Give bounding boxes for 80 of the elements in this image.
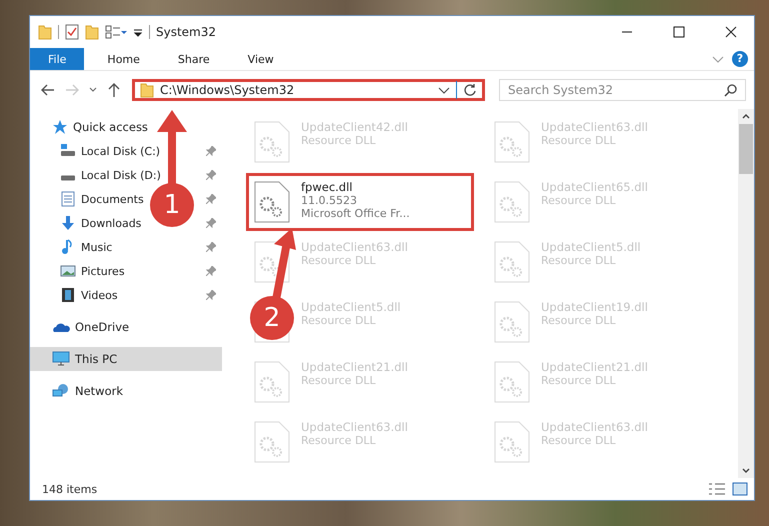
- dll-file-icon: [253, 360, 291, 404]
- search-icon: [724, 83, 738, 97]
- film-icon: [60, 287, 76, 303]
- sidebar-label: Local Disk (C:): [81, 144, 160, 158]
- file-detail: Resource DLL: [541, 434, 617, 447]
- dll-file-icon: [493, 240, 531, 284]
- file-tile[interactable]: fpwec.dll 11.0.5523 Microsoft Office Fr...: [246, 173, 474, 231]
- sidebar-item[interactable]: Network: [30, 379, 222, 403]
- dll-file-icon: [493, 120, 531, 164]
- sidebar-item[interactable]: Documents: [60, 187, 144, 211]
- file-detail: Resource DLL: [541, 254, 617, 267]
- file-detail: Resource DLL: [541, 314, 617, 327]
- dll-file-icon: [253, 180, 291, 224]
- refresh-icon[interactable]: [463, 83, 477, 97]
- up-arrow-icon[interactable]: [106, 82, 122, 98]
- view-options-icon[interactable]: [105, 24, 127, 40]
- sidebar-item[interactable]: Music: [60, 235, 112, 259]
- sidebar-item[interactable]: OneDrive: [30, 315, 222, 339]
- drive-icon: [60, 175, 76, 181]
- dll-file-icon: [493, 420, 531, 464]
- sidebar-label: Documents: [81, 192, 144, 206]
- chevron-down-icon[interactable]: [438, 85, 450, 95]
- back-arrow-icon[interactable]: [40, 82, 56, 98]
- sidebar-item[interactable]: Videos: [60, 283, 118, 307]
- file-detail: Resource DLL: [541, 134, 617, 147]
- down-arrow-icon: [60, 215, 76, 231]
- network-icon: [52, 383, 70, 399]
- folder-icon: [140, 82, 154, 98]
- ribbon-tab[interactable]: File: [30, 48, 84, 70]
- search-field[interactable]: Search System32: [499, 79, 746, 101]
- properties-icon[interactable]: [65, 24, 79, 40]
- file-detail: Microsoft Office Fr...: [301, 207, 410, 220]
- file-detail: Resource DLL: [301, 254, 377, 267]
- star-icon: [52, 119, 68, 135]
- file-detail: 11.0.5523: [301, 194, 358, 207]
- dll-file-icon: [253, 240, 291, 284]
- sidebar-label: This PC: [75, 352, 118, 366]
- address-path: C:\Windows\System32: [160, 83, 296, 97]
- file-detail: Resource DLL: [301, 434, 377, 447]
- dll-file-icon: [253, 420, 291, 464]
- sidebar-item[interactable]: Local Disk (C:): [60, 139, 160, 163]
- sidebar-label: Network: [75, 384, 124, 398]
- sidebar-item[interactable]: This PC: [30, 347, 222, 371]
- sidebar-label: Downloads: [81, 216, 142, 230]
- file-detail: Resource DLL: [301, 374, 377, 387]
- file-detail: Resource DLL: [301, 134, 377, 147]
- sidebar-label: Quick access: [73, 120, 148, 134]
- large-icons-view-icon[interactable]: [732, 482, 748, 496]
- sidebar-label: Local Disk (D:): [81, 168, 161, 182]
- ribbon-tab[interactable]: Home: [92, 48, 155, 70]
- address-bar[interactable]: C:\Windows\System32: [132, 79, 485, 101]
- scrollbar-thumb[interactable]: [739, 124, 753, 174]
- file-detail: Resource DLL: [301, 314, 377, 327]
- sidebar-label: Videos: [81, 288, 118, 302]
- document-icon: [60, 191, 76, 207]
- monitor-icon: [52, 351, 70, 367]
- file-detail: Resource DLL: [541, 374, 617, 387]
- details-view-icon[interactable]: [708, 482, 726, 496]
- scroll-up-icon[interactable]: [741, 112, 751, 120]
- window-title: System32: [156, 25, 216, 39]
- picture-icon: [60, 263, 76, 279]
- item-count: 148 items: [42, 482, 98, 496]
- sidebar-item[interactable]: Quick access: [30, 115, 222, 139]
- help-button[interactable]: ?: [732, 51, 748, 67]
- dll-file-icon: [493, 360, 531, 404]
- dll-file-icon: [253, 120, 291, 164]
- sidebar-label: OneDrive: [75, 320, 130, 334]
- sidebar-label: Music: [81, 240, 112, 254]
- ribbon-tab[interactable]: Share: [162, 48, 225, 70]
- drive-icon: [60, 143, 76, 159]
- sidebar-item[interactable]: Downloads: [60, 211, 142, 235]
- sidebar-label: Pictures: [81, 264, 125, 278]
- ribbon-tab[interactable]: View: [232, 48, 289, 70]
- file-detail: Resource DLL: [541, 194, 617, 207]
- file-name[interactable]: fpwec.dll: [301, 180, 410, 194]
- scroll-down-icon[interactable]: [741, 467, 751, 475]
- vertical-scrollbar[interactable]: [738, 109, 754, 478]
- sidebar-item[interactable]: Pictures: [60, 259, 125, 283]
- dll-file-icon: [493, 180, 531, 224]
- dll-file-icon: [493, 300, 531, 344]
